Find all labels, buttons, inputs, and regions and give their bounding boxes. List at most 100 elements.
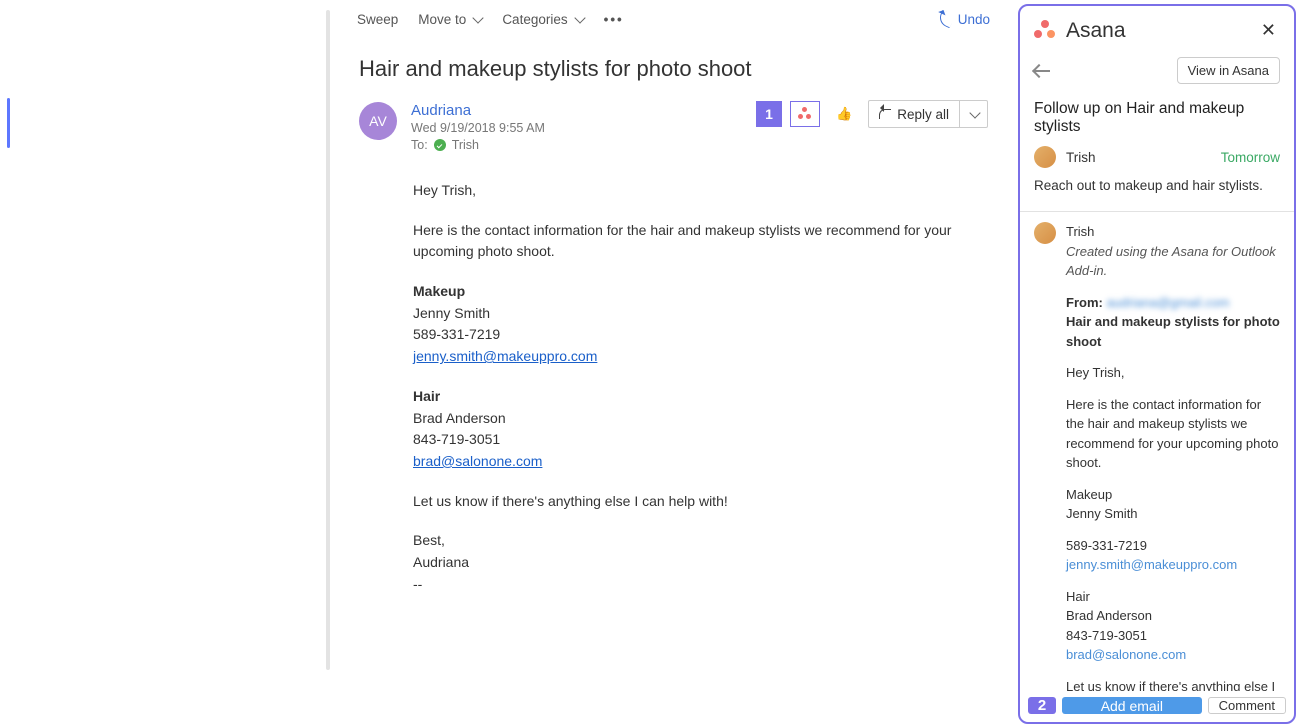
hair-contact-phone: 843-719-3051 — [413, 431, 500, 447]
task-meta-row: Trish Tomorrow — [1034, 146, 1280, 168]
due-date[interactable]: Tomorrow — [1221, 150, 1280, 165]
message-list-pane — [0, 0, 333, 728]
comment-content: Trish Created using the Asana for Outloo… — [1066, 222, 1280, 691]
email-actions: 1 👍 Reply all — [756, 100, 988, 128]
signoff-line-1: Best, — [413, 532, 445, 548]
email-header: AV Audriana Wed 9/19/2018 9:55 AM To: Tr… — [333, 90, 1014, 156]
email-subject-row: Hair and makeup stylists for photo shoot — [333, 38, 1014, 90]
email-to-line: To: Trish — [411, 138, 545, 152]
verified-icon — [434, 139, 446, 151]
makeup-contact-name: Jenny Smith — [413, 305, 490, 321]
asana-panel-footer: 2 Add email Comment — [1020, 691, 1294, 722]
from-label: From: — [1066, 295, 1103, 310]
tutorial-step-1-badge: 1 — [756, 101, 782, 127]
quoted-makeup-name: Jenny Smith — [1066, 506, 1138, 521]
comment-origin-note: Created using the Asana for Outlook Add-… — [1066, 242, 1280, 281]
quoted-hair-section: Hair Brad Anderson 843-719-3051 brad@sal… — [1066, 587, 1280, 665]
splitter-handle[interactable] — [326, 10, 330, 670]
assignee-avatar[interactable] — [1034, 146, 1056, 168]
asana-task-summary: Follow up on Hair and makeup stylists Tr… — [1020, 96, 1294, 203]
quoted-from-email[interactable]: audriana@gmail.com — [1106, 295, 1229, 310]
makeup-contact-email[interactable]: jenny.smith@makeuppro.com — [413, 348, 597, 364]
to-label: To: — [411, 138, 428, 152]
email-intro: Here is the contact information for the … — [413, 220, 954, 263]
reply-all-split-button: Reply all — [868, 100, 988, 128]
back-button[interactable] — [1034, 70, 1050, 72]
selected-message-indicator — [7, 98, 10, 148]
sweep-button[interactable]: Sweep — [347, 0, 408, 38]
undo-icon — [936, 10, 955, 29]
ellipsis-icon: ••• — [604, 12, 624, 27]
chevron-down-icon — [969, 107, 980, 118]
quoted-hair-phone: 843-719-3051 — [1066, 628, 1147, 643]
asana-panel-nav: View in Asana — [1020, 51, 1294, 96]
email-toolbar: Sweep Move to Categories ••• Undo — [333, 0, 1014, 38]
quoted-closing: Let us know if there's anything else I c… — [1066, 677, 1280, 692]
reply-icon — [879, 109, 891, 119]
reply-all-button[interactable]: Reply all — [869, 107, 959, 122]
email-greeting: Hey Trish, — [413, 180, 954, 202]
hair-contact-name: Brad Anderson — [413, 410, 506, 426]
makeup-heading: Makeup — [413, 283, 465, 299]
like-button[interactable]: 👍 — [828, 101, 860, 127]
undo-button[interactable]: Undo — [929, 0, 1000, 38]
signoff-line-3: -- — [413, 576, 422, 592]
quoted-from-line: From: audriana@gmail.com — [1066, 293, 1280, 313]
quoted-makeup-phone: 589-331-7219 — [1066, 538, 1147, 553]
task-title[interactable]: Follow up on Hair and makeup stylists — [1034, 100, 1280, 136]
quoted-makeup-contact: 589-331-7219 jenny.smith@makeuppro.com — [1066, 536, 1280, 575]
reply-all-label: Reply all — [897, 107, 949, 122]
move-to-button[interactable]: Move to — [408, 0, 492, 38]
asana-logo-icon — [1034, 20, 1056, 42]
quoted-makeup-heading: Makeup — [1066, 487, 1112, 502]
makeup-contact-phone: 589-331-7219 — [413, 326, 500, 342]
asana-panel: Asana ✕ View in Asana Follow up on Hair … — [1018, 4, 1296, 724]
quoted-greeting: Hey Trish, — [1066, 363, 1280, 383]
chevron-down-icon — [473, 12, 484, 23]
quoted-makeup-section: Makeup Jenny Smith — [1066, 485, 1280, 524]
view-in-asana-button[interactable]: View in Asana — [1177, 57, 1280, 84]
asana-brand-title: Asana — [1066, 19, 1126, 43]
asana-panel-header: Asana ✕ — [1020, 6, 1294, 51]
thumbs-up-icon: 👍 — [836, 106, 852, 122]
email-closing: Let us know if there's anything else I c… — [413, 491, 954, 513]
email-subject: Hair and makeup stylists for photo shoot — [359, 56, 988, 82]
quoted-hair-name: Brad Anderson — [1066, 608, 1152, 623]
add-email-button[interactable]: Add email — [1062, 697, 1202, 714]
makeup-section: Makeup Jenny Smith 589-331-7219 jenny.sm… — [413, 281, 954, 368]
recipient-name[interactable]: Trish — [452, 138, 479, 152]
quoted-hair-email[interactable]: brad@salonone.com — [1066, 647, 1186, 662]
quoted-makeup-email[interactable]: jenny.smith@makeuppro.com — [1066, 557, 1237, 572]
sender-name[interactable]: Audriana — [411, 102, 545, 119]
asana-addin-button[interactable] — [790, 101, 820, 127]
email-timestamp: Wed 9/19/2018 9:55 AM — [411, 121, 545, 135]
comment-author-name: Trish — [1066, 222, 1280, 242]
signoff-line-2: Audriana — [413, 554, 469, 570]
categories-button[interactable]: Categories — [492, 0, 593, 38]
tutorial-step-2-badge: 2 — [1028, 697, 1056, 714]
more-actions-button[interactable]: ••• — [594, 0, 634, 38]
hair-contact-email[interactable]: brad@salonone.com — [413, 453, 542, 469]
quoted-hair-heading: Hair — [1066, 589, 1090, 604]
comment-button[interactable]: Comment — [1208, 697, 1286, 714]
quoted-subject: Hair and makeup stylists for photo shoot — [1066, 312, 1280, 351]
asana-comment-thread: Trish Created using the Asana for Outloo… — [1020, 212, 1294, 691]
chevron-down-icon — [574, 12, 585, 23]
comment-author-avatar[interactable] — [1034, 222, 1056, 244]
categories-label: Categories — [502, 12, 567, 27]
quoted-intro: Here is the contact information for the … — [1066, 395, 1280, 473]
move-to-label: Move to — [418, 12, 466, 27]
comment-item: Trish Created using the Asana for Outloo… — [1034, 222, 1280, 691]
hair-heading: Hair — [413, 388, 440, 404]
close-panel-button[interactable]: ✕ — [1257, 18, 1280, 43]
asana-icon — [798, 107, 812, 121]
email-reading-pane: Sweep Move to Categories ••• Undo Hair a… — [333, 0, 1014, 728]
reply-dropdown-button[interactable] — [959, 101, 987, 127]
undo-label: Undo — [958, 12, 990, 27]
task-description: Reach out to makeup and hair stylists. — [1034, 178, 1280, 193]
assignee-name[interactable]: Trish — [1066, 150, 1096, 165]
sender-avatar[interactable]: AV — [359, 102, 397, 140]
hair-section: Hair Brad Anderson 843-719-3051 brad@sal… — [413, 386, 954, 473]
email-body: Hey Trish, Here is the contact informati… — [333, 156, 1014, 615]
email-signature: Best, Audriana -- — [413, 530, 954, 595]
